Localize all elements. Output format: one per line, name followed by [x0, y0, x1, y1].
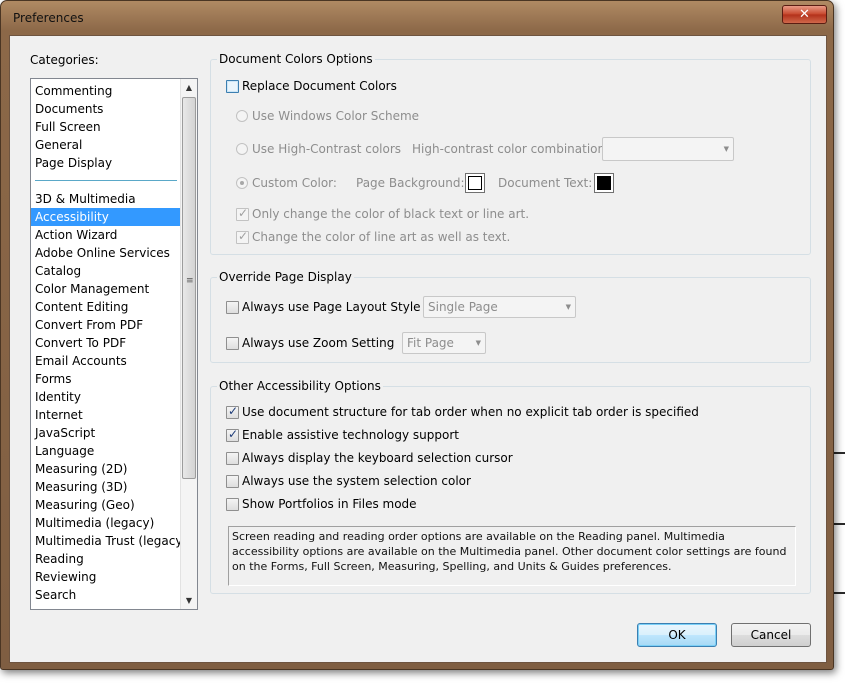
- accessibility-option-checkbox[interactable]: [226, 427, 239, 442]
- only-black-text-label: Only change the color of black text or l…: [252, 207, 530, 221]
- category-item[interactable]: Multimedia Trust (legacy): [31, 532, 181, 550]
- category-item[interactable]: Multimedia (legacy): [31, 514, 181, 532]
- category-item[interactable]: Internet: [31, 406, 181, 424]
- title-bar[interactable]: Preferences ✕: [1, 1, 833, 35]
- accessibility-option-checkbox[interactable]: [226, 475, 239, 488]
- page-background-label: Page Background:: [356, 176, 465, 190]
- category-item[interactable]: Identity: [31, 388, 181, 406]
- document-text-label: Document Text:: [498, 176, 593, 190]
- close-button[interactable]: ✕: [782, 5, 827, 24]
- high-contrast-combination-label: High-contrast color combination:: [412, 142, 610, 156]
- categories-label: Categories:: [30, 53, 99, 67]
- dialog-client-area: Categories: Commenting Documents Full Scre…: [9, 35, 827, 663]
- cancel-button[interactable]: Cancel: [731, 623, 811, 647]
- accessibility-option-checkbox[interactable]: [226, 404, 239, 419]
- only-black-text-checkbox[interactable]: [236, 206, 249, 221]
- accessibility-info-text: Screen reading and reading order options…: [228, 526, 796, 586]
- scroll-up-arrow-icon[interactable]: ▲: [181, 79, 197, 96]
- replace-document-colors-checkbox[interactable]: [226, 80, 239, 93]
- accessibility-option-label: Always use the system selection color: [242, 474, 471, 488]
- category-item[interactable]: Accessibility: [31, 208, 181, 226]
- chevron-down-icon: ▼: [723, 145, 729, 153]
- category-item[interactable]: Full Screen: [31, 118, 181, 136]
- category-item[interactable]: Catalog: [31, 262, 181, 280]
- page-background-color: [468, 176, 482, 190]
- accessibility-option-label: Enable assistive technology support: [242, 428, 459, 442]
- preferences-dialog: Preferences ✕ Categories: Commenting Docu…: [0, 0, 834, 670]
- replace-document-colors-label: Replace Document Colors: [242, 79, 397, 93]
- ok-button[interactable]: OK: [637, 623, 717, 647]
- category-item[interactable]: Measuring (2D): [31, 460, 181, 478]
- category-item[interactable]: Page Display: [31, 154, 181, 172]
- category-item[interactable]: Forms: [31, 370, 181, 388]
- accessibility-option-checkbox[interactable]: [226, 452, 239, 465]
- category-item[interactable]: Email Accounts: [31, 352, 181, 370]
- category-item[interactable]: Measuring (3D): [31, 478, 181, 496]
- other-accessibility-title: Other Accessibility Options: [217, 379, 383, 393]
- line-art-checkbox[interactable]: [236, 229, 249, 244]
- override-page-display-title: Override Page Display: [217, 270, 354, 284]
- category-item[interactable]: Measuring (Geo): [31, 496, 181, 514]
- chevron-down-icon: ▼: [565, 303, 571, 311]
- page-layout-style-select[interactable]: Single Page ▼: [423, 296, 576, 318]
- zoom-setting-checkbox[interactable]: [226, 337, 239, 350]
- accessibility-option-label: Use document structure for tab order whe…: [242, 405, 699, 419]
- category-item[interactable]: Commenting: [31, 82, 181, 100]
- category-item[interactable]: General: [31, 136, 181, 154]
- accessibility-option-checkbox[interactable]: [226, 498, 239, 511]
- zoom-setting-select[interactable]: Fit Page ▼: [402, 332, 486, 354]
- page-layout-style-value: Single Page: [428, 300, 498, 314]
- page-layout-style-checkbox[interactable]: [226, 301, 239, 314]
- category-item[interactable]: Content Editing: [31, 298, 181, 316]
- zoom-setting-label: Always use Zoom Setting: [242, 336, 395, 350]
- categories-list[interactable]: Commenting Documents Full Screen General Pag…: [30, 78, 198, 610]
- accessibility-option-label: Always display the keyboard selection cu…: [242, 451, 513, 465]
- dialog-title: Preferences: [13, 11, 84, 25]
- windows-color-scheme-label: Use Windows Color Scheme: [252, 109, 420, 123]
- page-background-swatch[interactable]: [465, 173, 485, 193]
- category-separator: [31, 172, 181, 190]
- category-item[interactable]: Convert To PDF: [31, 334, 181, 352]
- custom-color-label: Custom Color:: [252, 176, 337, 190]
- windows-color-scheme-radio[interactable]: [236, 110, 248, 122]
- categories-scrollbar[interactable]: ▲ ≡ ▼: [180, 79, 197, 609]
- category-item[interactable]: Language: [31, 442, 181, 460]
- category-item[interactable]: Adobe Online Services: [31, 244, 181, 262]
- line-art-label: Change the color of line art as well as …: [252, 230, 511, 244]
- category-item[interactable]: Search: [31, 586, 181, 604]
- category-item[interactable]: Action Wizard: [31, 226, 181, 244]
- chevron-down-icon: ▼: [475, 339, 481, 347]
- category-item[interactable]: JavaScript: [31, 424, 181, 442]
- categories-items: Commenting Documents Full Screen General Pag…: [31, 82, 181, 604]
- category-item[interactable]: Reading: [31, 550, 181, 568]
- scroll-down-arrow-icon[interactable]: ▼: [181, 592, 197, 609]
- document-text-swatch[interactable]: [594, 173, 614, 193]
- category-item[interactable]: 3D & Multimedia: [31, 190, 181, 208]
- high-contrast-label: Use High-Contrast colors: [252, 142, 402, 156]
- document-text-color: [597, 176, 611, 190]
- close-icon: ✕: [799, 7, 810, 22]
- category-item[interactable]: Reviewing: [31, 568, 181, 586]
- zoom-setting-value: Fit Page: [407, 336, 454, 350]
- grip-icon: ≡: [186, 276, 194, 286]
- high-contrast-combination-select[interactable]: ▼: [602, 137, 734, 161]
- category-item[interactable]: Color Management: [31, 280, 181, 298]
- category-item[interactable]: Documents: [31, 100, 181, 118]
- custom-color-radio[interactable]: [236, 177, 248, 189]
- document-colors-title: Document Colors Options: [217, 52, 375, 66]
- scroll-thumb[interactable]: ≡: [182, 97, 196, 479]
- category-item[interactable]: Convert From PDF: [31, 316, 181, 334]
- page-layout-style-label: Always use Page Layout Style: [242, 300, 421, 314]
- override-page-display-group: Override Page Display: [210, 270, 811, 363]
- accessibility-option-label: Show Portfolios in Files mode: [242, 497, 417, 511]
- high-contrast-radio[interactable]: [236, 143, 248, 155]
